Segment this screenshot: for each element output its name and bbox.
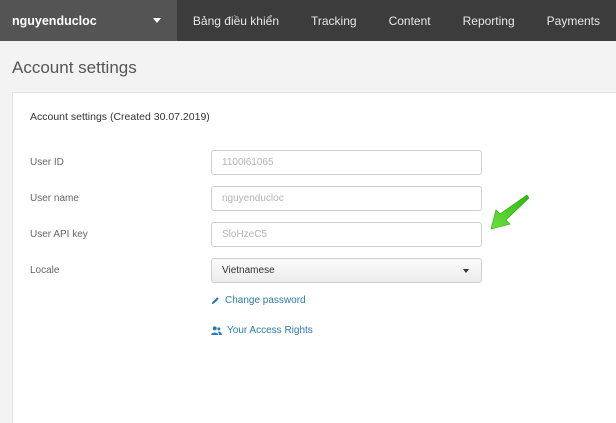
users-icon	[211, 326, 222, 335]
user-name-label: User name	[30, 193, 79, 204]
user-id-label: User ID	[30, 157, 64, 168]
api-key-label: User API key	[30, 229, 88, 240]
access-rights-label: Your Access Rights	[227, 325, 313, 336]
change-password-link[interactable]: Change password	[211, 295, 306, 306]
locale-select[interactable]: Vietnamese	[211, 258, 482, 283]
nav-item-reporting[interactable]: Reporting	[447, 0, 531, 41]
chevron-down-icon	[152, 18, 161, 23]
nav-item-dashboard[interactable]: Bảng điều khiển	[177, 0, 295, 41]
account-settings-panel: Account settings (Created 30.07.2019) Us…	[12, 92, 616, 423]
locale-label: Locale	[30, 265, 60, 276]
top-navigation: nguyenducloc Bảng điều khiển Tracking Co…	[0, 0, 616, 41]
nav-item-content[interactable]: Content	[373, 0, 447, 41]
account-switcher[interactable]: nguyenducloc	[0, 0, 177, 41]
user-id-field[interactable]	[211, 150, 482, 175]
page-title: Account settings	[12, 58, 137, 77]
arrow-icon	[490, 194, 530, 230]
nav-item-payments[interactable]: Payments	[531, 0, 616, 41]
change-password-label: Change password	[225, 295, 306, 306]
nav-item-tracking[interactable]: Tracking	[295, 0, 373, 41]
access-rights-link[interactable]: Your Access Rights	[211, 325, 313, 336]
panel-heading: Account settings (Created 30.07.2019)	[30, 111, 210, 123]
chevron-down-icon	[463, 268, 469, 273]
api-key-field[interactable]	[211, 222, 482, 247]
pencil-icon	[211, 297, 219, 305]
locale-selected-value: Vietnamese	[222, 265, 275, 276]
account-name: nguyenducloc	[12, 13, 97, 28]
user-name-field[interactable]	[211, 186, 482, 211]
